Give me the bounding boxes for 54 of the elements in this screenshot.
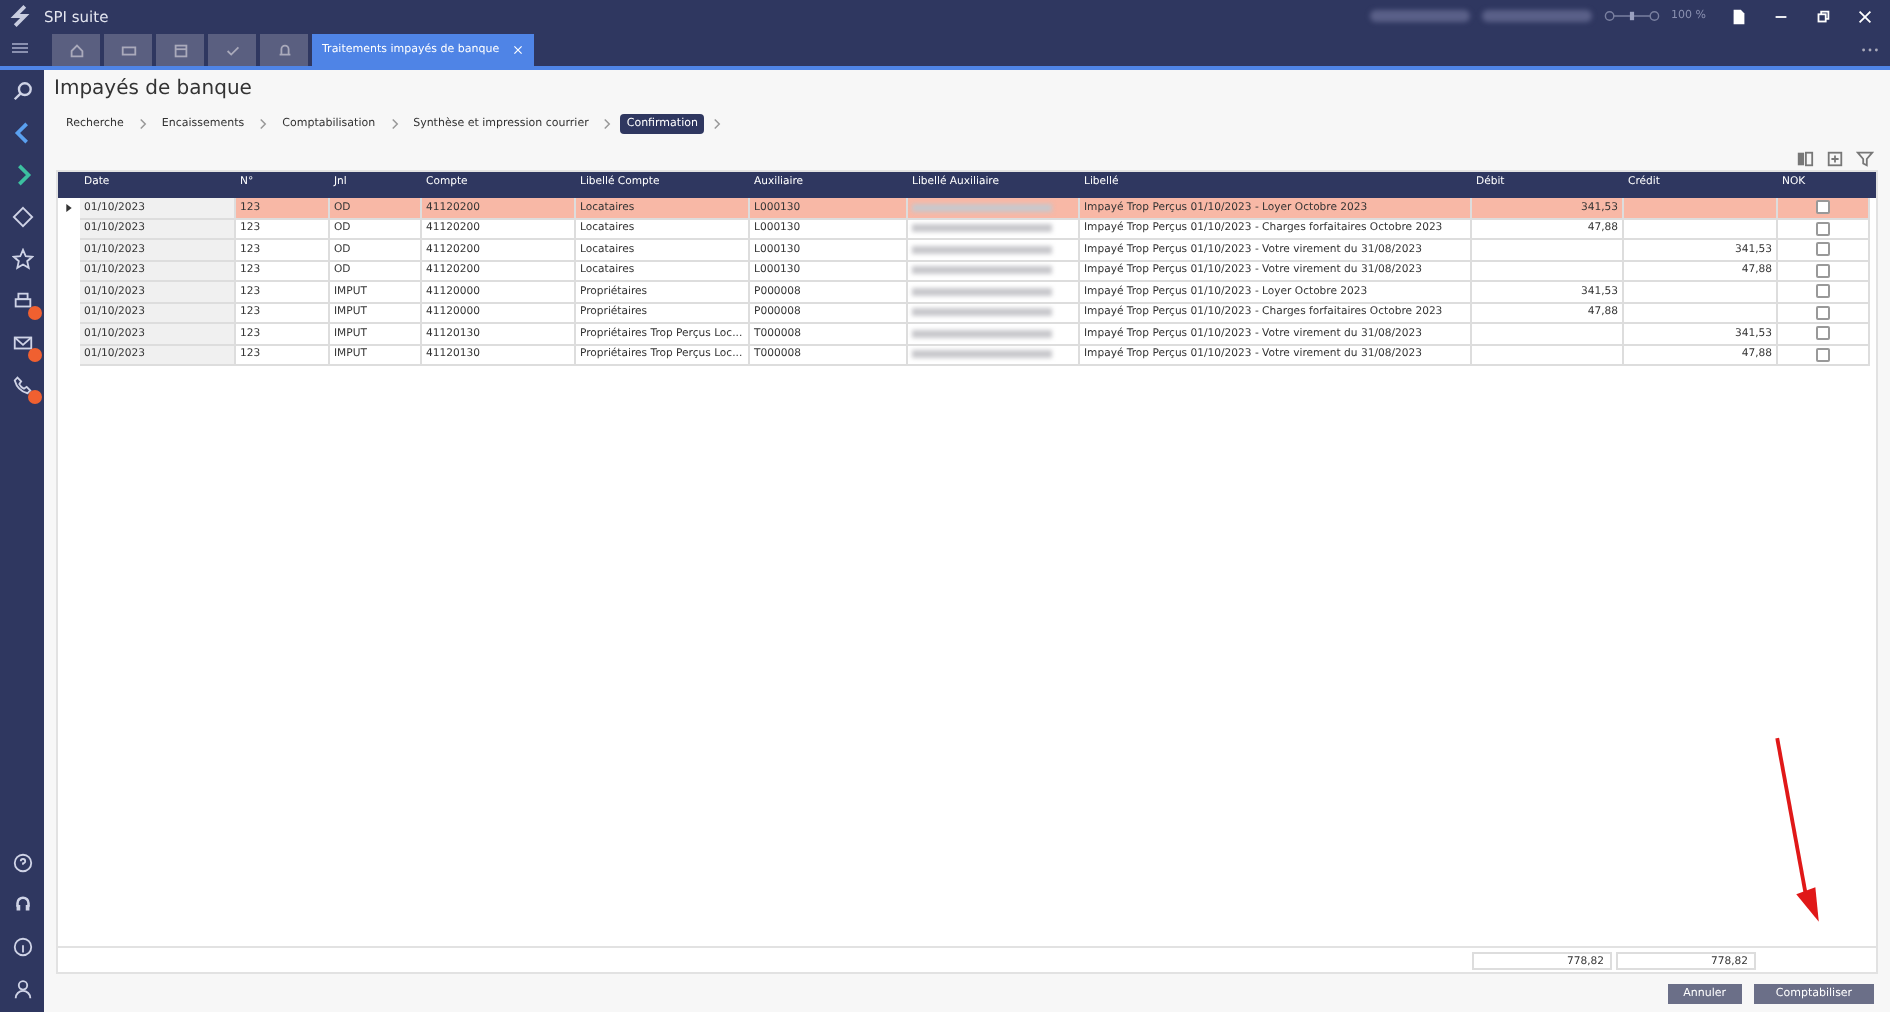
- checkbox[interactable]: [1816, 347, 1830, 362]
- columns-icon[interactable]: [1796, 150, 1814, 168]
- checkbox[interactable]: [1816, 263, 1830, 278]
- star-icon[interactable]: [11, 248, 33, 270]
- export-icon[interactable]: [1826, 150, 1844, 168]
- checkbox[interactable]: [1816, 200, 1830, 215]
- blurred-text: [912, 350, 1052, 359]
- tab[interactable]: [260, 34, 308, 66]
- blurred-text: [912, 266, 1052, 275]
- current-row-icon: [66, 204, 72, 213]
- help-icon[interactable]: [11, 852, 33, 874]
- document-icon[interactable]: [1730, 7, 1748, 25]
- info-icon[interactable]: [11, 936, 33, 958]
- bell-icon: [275, 41, 293, 59]
- logo-icon: [8, 4, 32, 28]
- chevron-icon: [711, 118, 722, 130]
- chevron-icon: [389, 118, 400, 130]
- blurred-text: [1369, 10, 1470, 22]
- back-icon[interactable]: [11, 122, 33, 144]
- blurred-text: [912, 308, 1052, 317]
- mail-icon[interactable]: [11, 332, 33, 354]
- blurred-text: [912, 329, 1052, 338]
- page-title: Impayés de banque: [54, 78, 254, 100]
- blurred-text: [912, 203, 1052, 212]
- phone-icon[interactable]: [11, 374, 33, 396]
- search-icon[interactable]: [11, 80, 33, 102]
- checkbox[interactable]: [1816, 242, 1830, 257]
- checkbox[interactable]: [1816, 326, 1830, 341]
- tab[interactable]: [104, 34, 152, 66]
- checkbox[interactable]: [1816, 305, 1830, 320]
- home-icon: [67, 41, 85, 59]
- card-icon: [119, 41, 137, 59]
- chevron-icon: [137, 118, 148, 130]
- diamond-icon[interactable]: [11, 206, 33, 228]
- chevron-icon: [602, 118, 613, 130]
- checkbox[interactable]: [1816, 221, 1830, 236]
- menu-icon[interactable]: [10, 38, 30, 58]
- chevron-icon: [258, 118, 269, 130]
- headset-icon[interactable]: [11, 894, 33, 916]
- close-icon[interactable]: [1856, 7, 1874, 25]
- tab[interactable]: [52, 34, 100, 66]
- user-icon[interactable]: [11, 978, 33, 1000]
- check-icon: [223, 41, 241, 59]
- printer-icon[interactable]: [11, 290, 33, 312]
- zoom-slider[interactable]: [1603, 8, 1660, 24]
- tab[interactable]: [156, 34, 204, 66]
- filter-icon[interactable]: [1856, 150, 1874, 168]
- restore-icon[interactable]: [1814, 7, 1832, 25]
- blurred-text: [912, 287, 1052, 296]
- calendar-icon: [171, 41, 189, 59]
- blurred-text: [912, 224, 1052, 233]
- checkbox[interactable]: [1816, 284, 1830, 299]
- blurred-text: [1481, 10, 1592, 22]
- blurred-text: [912, 245, 1052, 254]
